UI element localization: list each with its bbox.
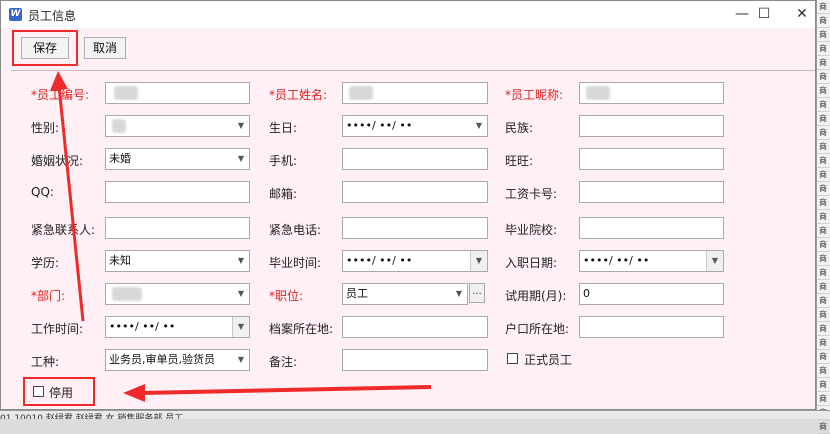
chevron-down-icon: ▼ bbox=[470, 251, 487, 271]
email-input[interactable] bbox=[342, 181, 488, 203]
education-select[interactable]: 未知 ▼ bbox=[105, 250, 250, 272]
emergency-contact-label: 紧急联系人: bbox=[31, 223, 96, 237]
chevron-down-icon: ▼ bbox=[237, 154, 245, 163]
grad-time-value: ••••/ ••/ •• bbox=[346, 254, 413, 267]
formal-employee-checkbox[interactable] bbox=[507, 353, 518, 364]
job-type-label: 工种: bbox=[31, 355, 60, 369]
chevron-down-icon: ▼ bbox=[237, 289, 245, 298]
dept-select[interactable]: ▼ bbox=[105, 283, 250, 305]
join-date-label: 入职日期: bbox=[505, 256, 558, 270]
title-bar: W 员工信息 — ☐ ✕ bbox=[1, 1, 815, 28]
chevron-down-icon: ▼ bbox=[237, 355, 245, 364]
ethnicity-label: 民族: bbox=[505, 121, 534, 135]
window-title: 员工信息 bbox=[28, 9, 77, 23]
maximize-button[interactable]: ☐ bbox=[747, 1, 781, 28]
chevron-down-icon: ▼ bbox=[706, 251, 723, 271]
position-select[interactable]: 员工 ▼ bbox=[342, 283, 468, 305]
mobile-label: 手机: bbox=[269, 154, 298, 168]
wangwang-label: 旺旺: bbox=[505, 154, 534, 168]
dept-label: *部门: bbox=[31, 289, 66, 303]
probation-input[interactable]: 0 bbox=[579, 283, 724, 305]
employee-info-dialog: W 员工信息 — ☐ ✕ 保存 取消 *员工编号: *员工姓名: *员工昵称: … bbox=[0, 0, 816, 410]
remark-input[interactable] bbox=[342, 349, 488, 371]
marital-select[interactable]: 未婚 ▼ bbox=[105, 148, 250, 170]
archive-input[interactable] bbox=[342, 316, 488, 338]
job-type-select[interactable]: 业务员,审单员,验货员 ▼ bbox=[105, 349, 250, 371]
annotation-box-save bbox=[12, 30, 78, 66]
emp-no-input[interactable] bbox=[105, 82, 250, 104]
email-label: 邮箱: bbox=[269, 187, 298, 201]
school-input[interactable] bbox=[579, 217, 724, 239]
chevron-down-icon: ▼ bbox=[475, 121, 483, 130]
join-date-value: ••••/ ••/ •• bbox=[583, 254, 650, 267]
remark-label: 备注: bbox=[269, 355, 298, 369]
birthday-date-picker[interactable]: ••••/ ••/ •• ▼ bbox=[342, 115, 488, 137]
app-icon: W bbox=[9, 8, 22, 21]
position-value: 员工 bbox=[346, 287, 368, 300]
qq-label: QQ: bbox=[31, 185, 54, 199]
emp-name-input[interactable] bbox=[342, 82, 488, 104]
chevron-down-icon: ▼ bbox=[455, 289, 463, 298]
education-value: 未知 bbox=[109, 254, 131, 267]
position-label: *职位: bbox=[269, 289, 304, 303]
work-time-value: ••••/ ••/ •• bbox=[109, 320, 176, 333]
annotation-arrow-left-line bbox=[140, 385, 432, 395]
salary-card-input[interactable] bbox=[579, 181, 724, 203]
close-button[interactable]: ✕ bbox=[785, 1, 815, 28]
wangwang-input[interactable] bbox=[579, 148, 724, 170]
annotation-box-disable bbox=[23, 377, 95, 406]
job-type-value: 业务员,审单员,验货员 bbox=[109, 353, 215, 366]
chevron-down-icon: ▼ bbox=[232, 317, 249, 337]
join-date-picker[interactable]: ••••/ ••/ •• ▼ bbox=[579, 250, 724, 272]
archive-label: 档案所在地: bbox=[269, 322, 334, 336]
hukou-label: 户口所在地: bbox=[505, 322, 570, 336]
grad-time-label: 毕业时间: bbox=[269, 256, 322, 270]
gender-select[interactable]: ▼ bbox=[105, 115, 250, 137]
emp-no-label: *员工编号: bbox=[31, 88, 90, 102]
ethnicity-input[interactable] bbox=[579, 115, 724, 137]
emergency-contact-input[interactable] bbox=[105, 217, 250, 239]
probation-value: 0 bbox=[583, 287, 590, 300]
emp-nick-input[interactable] bbox=[579, 82, 724, 104]
annotation-arrow-up-line bbox=[57, 85, 85, 322]
gender-label: 性别: bbox=[31, 121, 60, 135]
probation-label: 试用期(月): bbox=[505, 289, 567, 303]
chevron-down-icon: ▼ bbox=[237, 256, 245, 265]
emergency-phone-label: 紧急电话: bbox=[269, 223, 322, 237]
annotation-arrow-left-head bbox=[123, 384, 145, 402]
chevron-down-icon: ▼ bbox=[237, 121, 245, 130]
marital-value: 未婚 bbox=[109, 152, 131, 165]
position-more-button[interactable]: ... bbox=[469, 283, 485, 303]
background-window-edge: 商商商商商商商商商商商商商商商商商商商商商商商商商商商商商商商 bbox=[816, 0, 830, 434]
work-time-label: 工作时间: bbox=[31, 322, 84, 336]
education-label: 学历: bbox=[31, 256, 60, 270]
emp-name-label: *员工姓名: bbox=[269, 88, 328, 102]
salary-card-label: 工资卡号: bbox=[505, 187, 558, 201]
birthday-value: ••••/ ••/ •• bbox=[346, 119, 413, 132]
grad-time-date-picker[interactable]: ••••/ ••/ •• ▼ bbox=[342, 250, 488, 272]
school-label: 毕业院校: bbox=[505, 223, 558, 237]
marital-label: 婚姻状况: bbox=[31, 154, 84, 168]
formal-employee-label: 正式员工 bbox=[524, 353, 573, 367]
cancel-button[interactable]: 取消 bbox=[84, 37, 126, 59]
emp-nick-label: *员工昵称: bbox=[505, 88, 564, 102]
birthday-label: 生日: bbox=[269, 121, 298, 135]
mobile-input[interactable] bbox=[342, 148, 488, 170]
hukou-input[interactable] bbox=[579, 316, 724, 338]
emergency-phone-input[interactable] bbox=[342, 217, 488, 239]
qq-input[interactable] bbox=[105, 181, 250, 203]
work-time-date-picker[interactable]: ••••/ ••/ •• ▼ bbox=[105, 316, 250, 338]
toolbar-divider bbox=[11, 70, 815, 71]
